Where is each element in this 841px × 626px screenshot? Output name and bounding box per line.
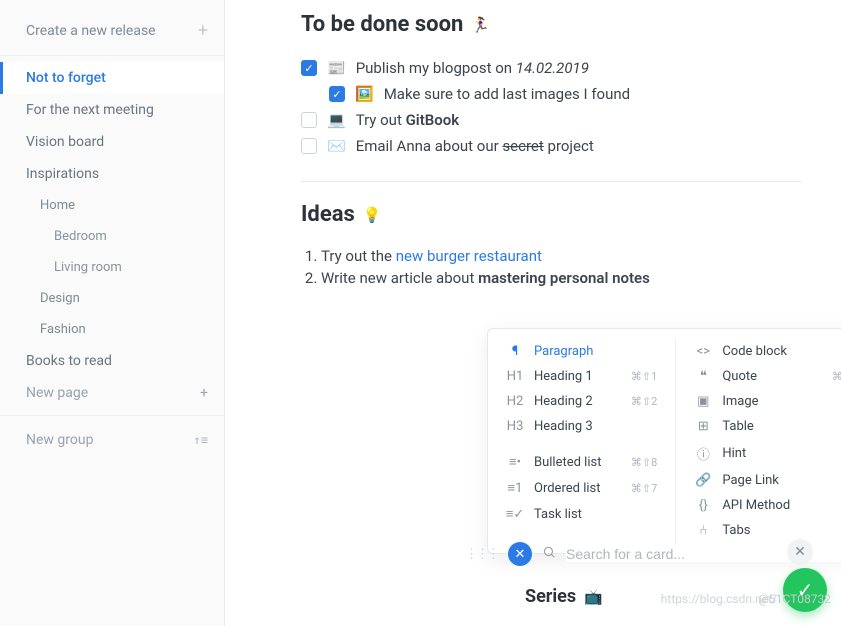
checkbox-icon[interactable] — [301, 60, 317, 76]
checkbox-icon[interactable] — [329, 86, 345, 102]
watermark: @51CT08732 — [758, 592, 831, 606]
image-icon: ▣ — [694, 394, 712, 409]
checkbox-icon[interactable] — [301, 112, 317, 128]
task-row[interactable]: 💻 Try out GitBook — [301, 107, 801, 133]
sidebar-item-fashion[interactable]: Fashion — [0, 314, 224, 345]
checkbox-icon[interactable] — [301, 138, 317, 154]
block-api-method[interactable]: {}API Method — [680, 493, 841, 518]
app-root: Create a new release + Not to forget For… — [0, 0, 841, 626]
block-table[interactable]: ⊞Table — [680, 414, 841, 439]
code-icon: <> — [694, 344, 712, 359]
sidebar-item-bedroom[interactable]: Bedroom — [0, 221, 224, 252]
divider — [301, 181, 801, 182]
block-tabs[interactable]: ⑃Tabs — [680, 518, 841, 543]
tabs-icon: ⑃ — [694, 523, 712, 538]
plus-icon: + — [200, 385, 208, 401]
h2-icon: H2 — [506, 394, 524, 409]
picture-emoji-icon: 🖼️ — [355, 85, 374, 103]
sidebar-separator — [0, 415, 224, 416]
list-item[interactable]: Try out the new burger restaurant — [321, 245, 801, 267]
sidebar-item-new-page[interactable]: New page + — [0, 377, 224, 409]
block-ordered-list[interactable]: ≡1Ordered list⌘⇧7 — [492, 475, 671, 501]
heading-ideas: Ideas 💡 — [301, 202, 801, 227]
drag-handle-icon[interactable]: ⋮⋮⋮ — [465, 547, 498, 562]
block-hint[interactable]: ⓘHint — [680, 439, 841, 468]
block-page-link[interactable]: 🔗Page Link — [680, 468, 841, 493]
sidebar-item-books[interactable]: Books to read — [0, 345, 224, 377]
block-menu-col1: ¶Paragraph H1Heading 1⌘⇧1 H2Heading 2⌘⇧2… — [488, 339, 676, 543]
heading-series: Series 📺 — [525, 586, 603, 607]
sidebar-item-not-to-forget[interactable]: Not to forget — [0, 62, 224, 94]
task-row[interactable]: ✉️ Email Anna about our secret project — [301, 133, 801, 159]
block-image[interactable]: ▣Image — [680, 389, 841, 414]
block-quote[interactable]: ❝Quote⌘] — [680, 364, 841, 389]
ideas-list: Try out the new burger restaurant Write … — [301, 245, 801, 289]
add-group-icon: ↑≡ — [194, 433, 208, 447]
sidebar-item-living-room[interactable]: Living room — [0, 252, 224, 283]
heading-to-be-done: To be done soon 🏃‍♀️ — [301, 12, 801, 37]
block-insert-menu: ¶Paragraph H1Heading 1⌘⇧1 H2Heading 2⌘⇧2… — [487, 328, 841, 554]
block-bulleted-list[interactable]: ≡•Bulleted list⌘⇧8 — [492, 449, 671, 475]
link-burger-restaurant[interactable]: new burger restaurant — [396, 247, 542, 265]
task-row[interactable]: 📰 Publish my blogpost on 14.02.2019 — [301, 55, 801, 81]
block-heading3[interactable]: H3Heading 3 — [492, 414, 671, 439]
laptop-emoji-icon: 💻 — [327, 111, 346, 129]
block-heading2[interactable]: H2Heading 2⌘⇧2 — [492, 389, 671, 414]
tv-emoji-icon: 📺 — [584, 588, 603, 606]
card-search-row: ⋮⋮⋮ ✕ — [465, 542, 841, 566]
sidebar-item-inspirations[interactable]: Inspirations — [0, 158, 224, 190]
sidebar-create-label: Create a new release — [26, 23, 156, 39]
hint-icon: ⓘ — [694, 444, 712, 463]
block-paragraph[interactable]: ¶Paragraph — [492, 339, 671, 364]
paragraph-icon: ¶ — [506, 344, 524, 359]
sidebar-create-release[interactable]: Create a new release + — [0, 10, 224, 55]
sidebar-items: Not to forget For the next meeting Visio… — [0, 55, 224, 458]
sidebar-new-group[interactable]: New group ↑≡ — [0, 422, 224, 458]
sidebar: Create a new release + Not to forget For… — [0, 0, 225, 626]
task-list-icon: ≡✓ — [506, 506, 524, 522]
task-text: Email Anna about our secret project — [356, 137, 594, 155]
runner-emoji-icon: 🏃‍♀️ — [471, 16, 490, 34]
content: To be done soon 🏃‍♀️ 📰 Publish my blogpo… — [301, 12, 801, 289]
block-code[interactable]: <>Code block — [680, 339, 841, 364]
block-task-list[interactable]: ≡✓Task list — [492, 501, 671, 527]
bulb-emoji-icon: 💡 — [363, 206, 382, 224]
task-text: Publish my blogpost on 14.02.2019 — [356, 59, 589, 77]
task-text: Make sure to add last images I found — [384, 85, 630, 103]
plus-icon: + — [198, 20, 208, 41]
sidebar-item-design[interactable]: Design — [0, 283, 224, 314]
h3-icon: H3 — [506, 419, 524, 434]
main: To be done soon 🏃‍♀️ 📰 Publish my blogpo… — [225, 0, 841, 626]
sidebar-item-vision-board[interactable]: Vision board — [0, 126, 224, 158]
bulleted-list-icon: ≡• — [506, 454, 524, 470]
api-icon: {} — [694, 498, 712, 513]
sidebar-item-next-meeting[interactable]: For the next meeting — [0, 94, 224, 126]
ordered-list-icon: ≡1 — [506, 480, 524, 496]
newspaper-emoji-icon: 📰 — [327, 59, 346, 77]
close-menu-button[interactable]: ✕ — [508, 542, 532, 566]
list-item[interactable]: Write new article about mastering person… — [321, 267, 801, 289]
task-row[interactable]: 🖼️ Make sure to add last images I found — [329, 81, 801, 107]
sidebar-item-home[interactable]: Home — [0, 190, 224, 221]
envelope-emoji-icon: ✉️ — [327, 137, 346, 155]
block-menu-col2: <>Code block ❝Quote⌘] ▣Image ⊞Table ⓘHin… — [676, 339, 841, 543]
block-heading1[interactable]: H1Heading 1⌘⇧1 — [492, 364, 671, 389]
h1-icon: H1 — [506, 369, 524, 384]
task-text: Try out GitBook — [356, 111, 459, 129]
page-link-icon: 🔗 — [694, 473, 712, 488]
search-icon — [542, 545, 556, 563]
table-icon: ⊞ — [694, 419, 712, 434]
dismiss-button[interactable]: ✕ — [787, 539, 813, 565]
quote-icon: ❝ — [694, 369, 712, 384]
